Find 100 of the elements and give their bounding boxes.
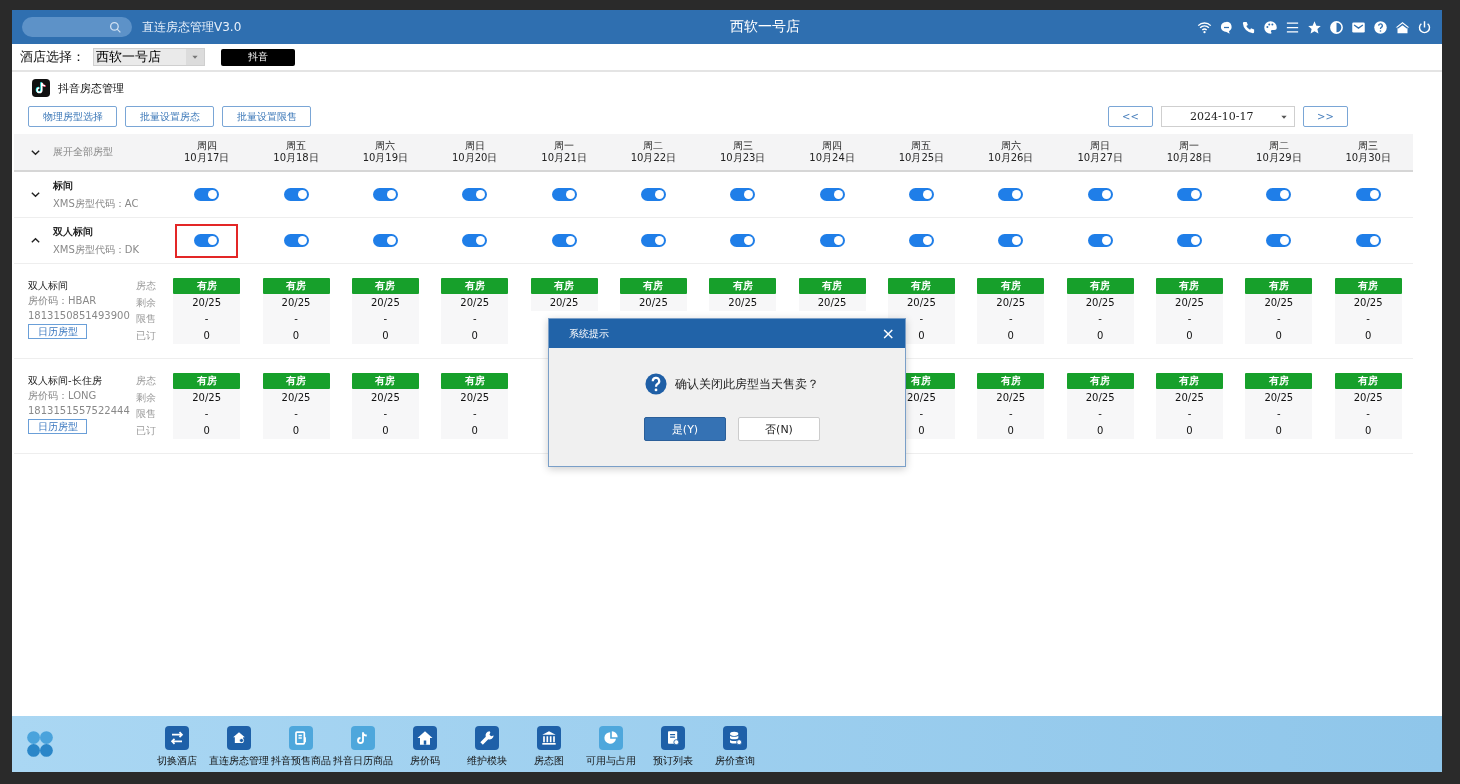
status-badge: 有房 <box>530 278 598 294</box>
row-label: 房态 <box>136 374 157 388</box>
table-cell: 0 <box>1066 327 1134 344</box>
dialog-title: 系统提示 <box>569 326 609 341</box>
dock-item[interactable]: 抖音日历商品 <box>332 720 394 768</box>
weekday-label: 周日 <box>464 140 485 152</box>
dock-item[interactable]: 房态图 <box>518 720 580 768</box>
weekday-label: 周六 <box>375 140 396 152</box>
action-button[interactable]: 物理房型选择 <box>28 106 117 127</box>
weekday-label: 周二 <box>643 140 664 152</box>
hotel-select[interactable]: 西软一号店 <box>93 48 205 66</box>
row-label: 剩余 <box>136 295 157 310</box>
status-badge: 有房 <box>887 278 955 294</box>
date-label: 10月24日 <box>809 152 855 164</box>
status-badge: 有房 <box>1155 278 1223 294</box>
status-badge: 有房 <box>1245 278 1313 294</box>
weekday-label: 周三 <box>1358 140 1379 152</box>
status-badge: 有房 <box>798 278 866 294</box>
table-cell: 20/25 <box>1245 294 1313 311</box>
weekday-label: 周一 <box>554 140 575 152</box>
next-button[interactable]: >> <box>1303 106 1348 127</box>
room-type-code: XMS房型代码：DK <box>53 242 140 257</box>
table-cell: 20/25 <box>441 294 509 311</box>
date-label: 10月30日 <box>1345 152 1391 164</box>
date-label: 10月26日 <box>988 152 1034 164</box>
dock-item[interactable]: 维护模块 <box>456 720 518 768</box>
dock-item[interactable]: 可用与占用 <box>580 720 642 768</box>
table-cell: 20/25 <box>1334 294 1402 311</box>
weekday-label: 周三 <box>732 140 753 152</box>
weekday-label: 周六 <box>1000 140 1021 152</box>
status-badge: 有房 <box>441 278 509 294</box>
date-label: 10月20日 <box>451 152 498 164</box>
table-cell: 20/25 <box>530 294 598 311</box>
previous-button[interactable]: << <box>1108 106 1153 127</box>
weekday-label: 周五 <box>286 140 306 152</box>
status-badge: 有房 <box>173 373 241 389</box>
channel-button[interactable]: 抖音 <box>221 48 295 66</box>
table-cell: 20/25 <box>977 389 1045 406</box>
table-cell: 20/25 <box>1066 389 1134 406</box>
table-cell: 0 <box>173 327 241 344</box>
action-button[interactable]: 批量设置房态 <box>125 106 214 127</box>
table-cell: 0 <box>262 327 330 344</box>
status-badge: 有房 <box>977 278 1045 294</box>
table-cell: 0 <box>351 422 419 439</box>
weekday-label: 周日 <box>1090 140 1111 152</box>
table-cell: 20/25 <box>1155 294 1223 311</box>
dock-item[interactable]: 抖音预售商品 <box>270 720 332 768</box>
status-badge: 有房 <box>262 278 330 294</box>
hotel-select-label: 酒店选择： <box>20 48 85 66</box>
status-badge: 有房 <box>173 278 241 294</box>
date-picker[interactable]: 2024-10-17 <box>1161 106 1295 127</box>
table-cell: 20/25 <box>262 294 330 311</box>
dialog-message: 确认关闭此房型当天售卖？ <box>675 375 819 393</box>
table-cell: 20/25 <box>441 389 509 406</box>
dock-item[interactable]: 房价码 <box>394 720 456 768</box>
table-cell: 20/25 <box>1066 294 1134 311</box>
date-label: 10月28日 <box>1166 152 1213 164</box>
table-cell: 0 <box>977 422 1045 439</box>
rate-code: 房价码：HBAR <box>28 294 97 308</box>
rate-plan-name: 双人标间 <box>28 279 68 293</box>
table-cell: 0 <box>262 422 330 439</box>
status-badge: 有房 <box>1334 373 1402 389</box>
status-badge: 有房 <box>1334 278 1402 294</box>
dialog-button[interactable]: 否(N) <box>738 417 820 441</box>
dock-item[interactable]: 预订列表 <box>642 720 704 768</box>
status-badge: 有房 <box>441 373 509 389</box>
dock-item[interactable]: 切换酒店 <box>146 720 208 768</box>
action-button[interactable]: 批量设置限售 <box>222 106 311 127</box>
date-label: 10月27日 <box>1077 152 1123 164</box>
table-cell: 0 <box>441 422 509 439</box>
table-cell: 20/25 <box>1155 389 1223 406</box>
table-cell: 20/25 <box>798 294 866 311</box>
status-badge: 有房 <box>709 278 777 294</box>
table-cell: 0 <box>1334 422 1402 439</box>
dock-item[interactable]: 房价查询 <box>704 720 766 768</box>
room-type-code: XMS房型代码：AC <box>53 196 139 211</box>
table-cell: 20/25 <box>619 294 687 311</box>
room-type-name: 标间 <box>53 178 74 193</box>
rate-plan-id: 1813151557522444 <box>28 404 130 418</box>
date-label: 10月18日 <box>273 152 319 164</box>
table-cell: 0 <box>1155 422 1223 439</box>
date-label: 10月23日 <box>720 152 766 164</box>
table-cell: 20/25 <box>351 389 419 406</box>
status-badge: 有房 <box>1066 373 1134 389</box>
table-cell: 20/25 <box>1334 389 1402 406</box>
dock-item[interactable]: 直连房态管理 <box>208 720 270 768</box>
app-name: 直连房态管理V3.0 <box>142 18 242 36</box>
weekday-label: 周二 <box>1268 140 1289 152</box>
rate-code: 房价码：LONG <box>28 389 97 403</box>
calendar-room-button[interactable]: 日历房型 <box>28 419 87 434</box>
status-badge: 有房 <box>1155 373 1223 389</box>
dialog-button[interactable]: 是(Y) <box>644 417 726 441</box>
calendar-room-button[interactable]: 日历房型 <box>28 324 87 339</box>
table-cell: 20/25 <box>351 294 419 311</box>
table-cell: 20/25 <box>173 294 241 311</box>
rate-plan-name: 双人标间-长住房 <box>28 374 102 388</box>
weekday-label: 周四 <box>822 140 843 152</box>
table-cell: 0 <box>441 327 509 344</box>
table-cell: 20/25 <box>262 389 330 406</box>
row-label: 限售 <box>136 407 157 421</box>
